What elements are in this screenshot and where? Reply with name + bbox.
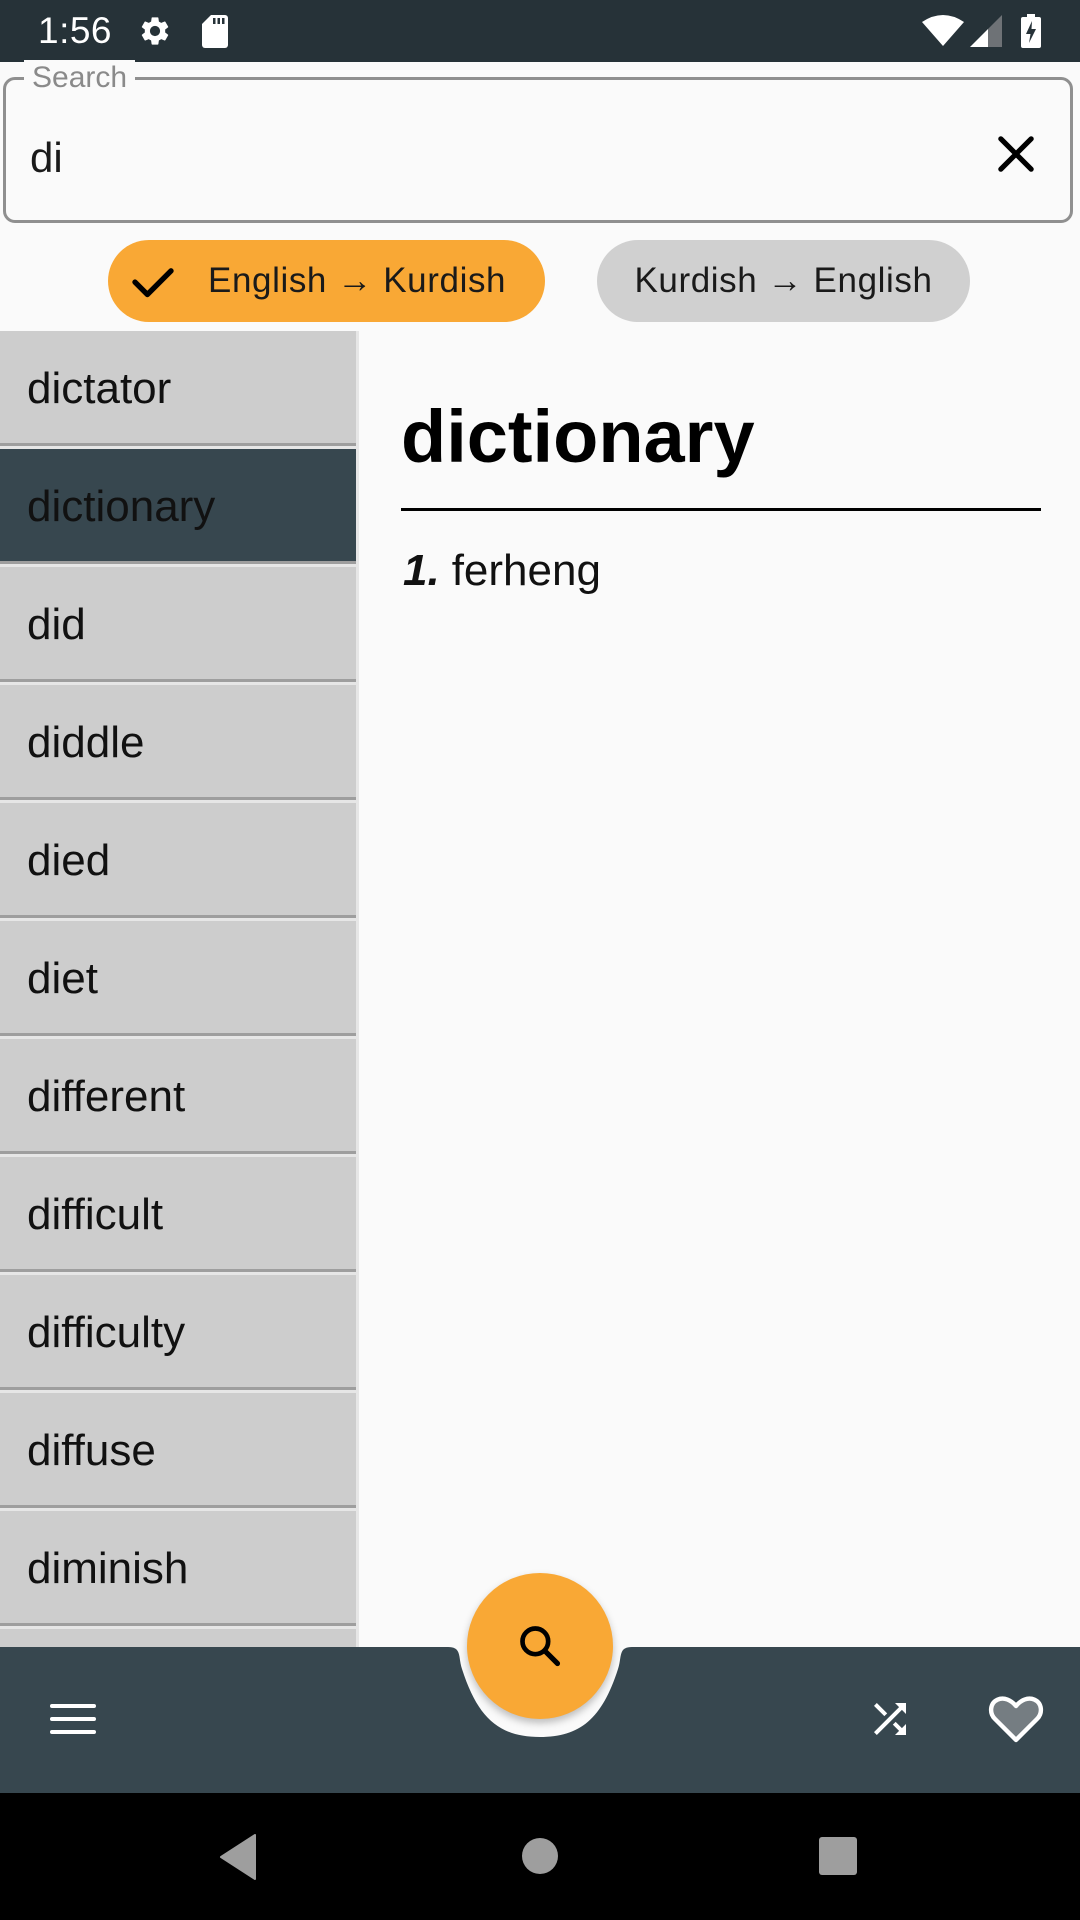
- word-list-item[interactable]: died: [0, 803, 356, 918]
- word-list-item[interactable]: difficulty: [0, 1275, 356, 1390]
- word-list[interactable]: dictator dictionary did diddle died diet diffe…: [0, 331, 359, 1647]
- search-icon: [520, 1626, 561, 1667]
- settings-icon: [141, 17, 169, 45]
- word-list-item[interactable]: diddle: [0, 685, 356, 800]
- cell-signal-icon: [970, 15, 1002, 47]
- chip-english-to-kurdish[interactable]: English → Kurdish: [108, 240, 545, 322]
- search-fab[interactable]: [467, 1573, 613, 1719]
- search-field-label: Search: [24, 60, 136, 96]
- word-list-item[interactable]: diffuse: [0, 1393, 356, 1508]
- nav-home-icon[interactable]: [521, 1837, 559, 1875]
- sd-card-icon: [202, 15, 228, 48]
- definition-number: 1.: [403, 546, 440, 595]
- word-list-item[interactable]: [0, 1629, 356, 1647]
- shuffle-icon[interactable]: [866, 1695, 914, 1743]
- nav-back-icon[interactable]: [218, 1834, 258, 1880]
- nav-recents-icon[interactable]: [818, 1836, 858, 1876]
- chip-kurdish-to-english[interactable]: Kurdish → English: [597, 240, 970, 322]
- status-clock: 1:56: [38, 10, 113, 51]
- definition-text: ferheng: [451, 546, 601, 595]
- close-icon[interactable]: [990, 128, 1042, 180]
- word-list-item[interactable]: dictator: [0, 331, 356, 446]
- word-list-item-selected[interactable]: dictionary: [0, 449, 356, 564]
- word-list-item[interactable]: did: [0, 567, 356, 682]
- word-list-item[interactable]: difficult: [0, 1157, 356, 1272]
- word-list-item[interactable]: diminish: [0, 1511, 356, 1626]
- search-input[interactable]: [30, 128, 930, 188]
- heart-icon[interactable]: [988, 1694, 1044, 1744]
- menu-icon[interactable]: [48, 1698, 98, 1740]
- battery-charging-icon: [1021, 14, 1041, 48]
- check-icon: [132, 268, 174, 298]
- word-list-item[interactable]: different: [0, 1039, 356, 1154]
- entry-headword: dictionary: [401, 395, 755, 478]
- word-list-item[interactable]: diet: [0, 921, 356, 1036]
- chip-label: English → Kurdish: [208, 261, 507, 300]
- wifi-icon: [922, 15, 964, 46]
- headword-divider: [401, 508, 1041, 511]
- definition-item: 1. ferheng: [403, 543, 601, 599]
- chip-label: Kurdish → English: [634, 261, 933, 300]
